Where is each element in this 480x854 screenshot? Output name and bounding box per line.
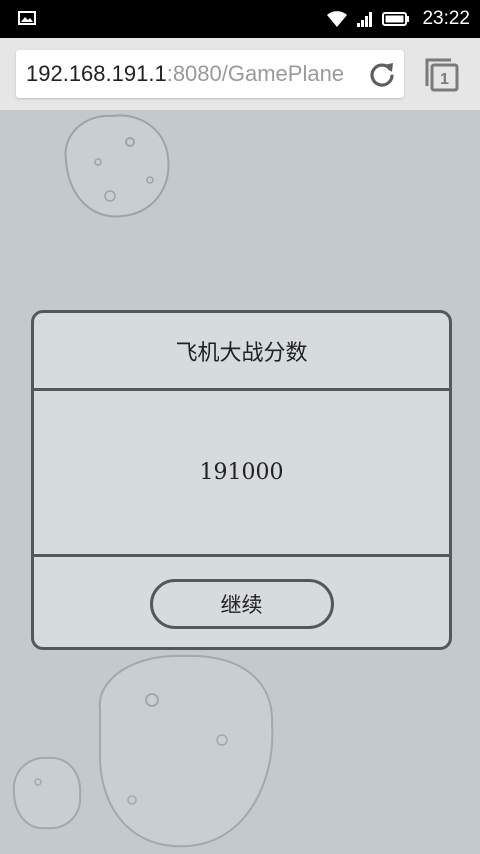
wifi-icon: [327, 11, 348, 27]
score-dialog: 飞机大战分数 191000 继续: [31, 310, 452, 650]
score-value: 191000: [34, 391, 449, 557]
asteroid-icon: [12, 756, 82, 830]
status-time: 23:22: [422, 8, 470, 29]
gallery-icon: [18, 11, 36, 25]
url-path: :8080/GamePlane: [166, 61, 345, 86]
url-bar[interactable]: 192.168.191.1:8080/GamePlane: [16, 50, 404, 98]
asteroid-icon: [98, 654, 274, 848]
url-text[interactable]: 192.168.191.1:8080/GamePlane: [16, 61, 356, 87]
continue-button[interactable]: 继续: [149, 578, 334, 629]
tab-count: 1: [440, 71, 449, 88]
asteroid-icon: [64, 114, 170, 218]
signal-icon: [357, 12, 373, 27]
tabs-icon[interactable]: 1: [424, 57, 460, 93]
status-bar: 23:22: [0, 0, 480, 38]
dialog-footer: 继续: [34, 557, 449, 650]
reload-icon[interactable]: [368, 60, 396, 88]
dialog-title: 飞机大战分数: [34, 313, 449, 391]
url-host: 192.168.191.1: [26, 61, 167, 86]
battery-icon: [382, 12, 410, 26]
browser-toolbar: 192.168.191.1:8080/GamePlane 1: [0, 38, 480, 111]
status-icons: 23:22: [326, 0, 470, 38]
